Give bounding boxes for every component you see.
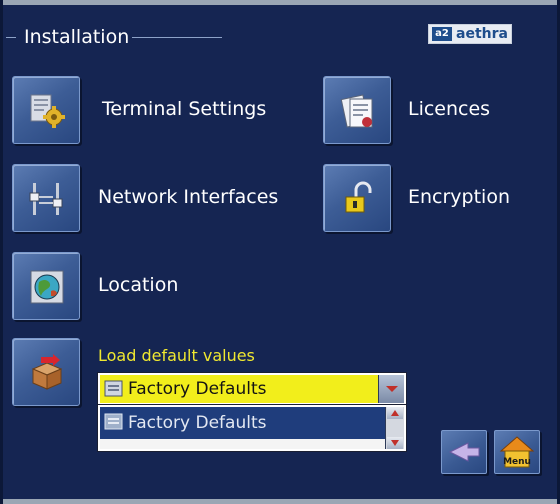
load-defaults-label: Load default values: [98, 346, 255, 365]
page-title: Installation: [24, 26, 130, 48]
encryption-button[interactable]: [323, 164, 391, 232]
defaults-doc-icon: [104, 380, 123, 397]
logo-mark: a2: [432, 27, 452, 41]
title-rule-right: [132, 37, 222, 38]
dropdown-selected-value: Factory Defaults: [128, 379, 267, 399]
network-adapter-icon: [29, 183, 63, 215]
brand-logo: a2 aethra: [428, 24, 512, 44]
defaults-doc-icon: [104, 413, 123, 430]
load-defaults-button[interactable]: [12, 338, 80, 406]
terminal-settings-label: Terminal Settings: [102, 98, 267, 120]
logo-text: aethra: [456, 26, 508, 42]
left-frame-edge: [0, 0, 3, 504]
certificate-icon: [340, 94, 373, 128]
encryption-label: Encryption: [408, 186, 511, 208]
network-interfaces-button[interactable]: [12, 164, 80, 232]
menu-button[interactable]: Menu: [494, 430, 540, 474]
chevron-up-icon: [391, 410, 399, 416]
chevron-down-icon: [391, 440, 399, 446]
bottom-frame-bar: [0, 499, 560, 504]
scroll-down-button[interactable]: [387, 437, 403, 449]
location-button[interactable]: [12, 252, 80, 320]
list-item[interactable]: Factory Defaults: [100, 409, 386, 437]
globe-icon: [30, 270, 64, 304]
terminal-settings-button[interactable]: [12, 76, 80, 144]
defaults-dropdown[interactable]: Factory Defaults: [97, 372, 407, 406]
list-item-label: Factory Defaults: [128, 413, 267, 433]
title-rule-left: [6, 37, 16, 38]
top-frame-bar: [0, 0, 560, 5]
back-arrow-icon: [448, 442, 480, 462]
page-header: Installation: [6, 24, 222, 52]
location-label: Location: [98, 274, 179, 296]
licences-button[interactable]: [323, 76, 391, 144]
menu-button-label: Menu: [503, 457, 531, 467]
list-bottom-strip: [100, 439, 386, 449]
chevron-down-icon: [386, 386, 398, 392]
defaults-options-list[interactable]: Factory Defaults: [97, 404, 407, 452]
network-interfaces-label: Network Interfaces: [98, 186, 279, 208]
scroll-up-button[interactable]: [387, 407, 403, 419]
dropdown-toggle-button[interactable]: [378, 375, 404, 403]
padlock-open-icon: [345, 181, 372, 213]
licences-label: Licences: [408, 98, 491, 120]
settings-gear-icon: [30, 94, 65, 128]
box-arrow-icon: [31, 354, 63, 390]
list-scrollbar[interactable]: [385, 407, 404, 449]
back-button[interactable]: [441, 430, 487, 474]
